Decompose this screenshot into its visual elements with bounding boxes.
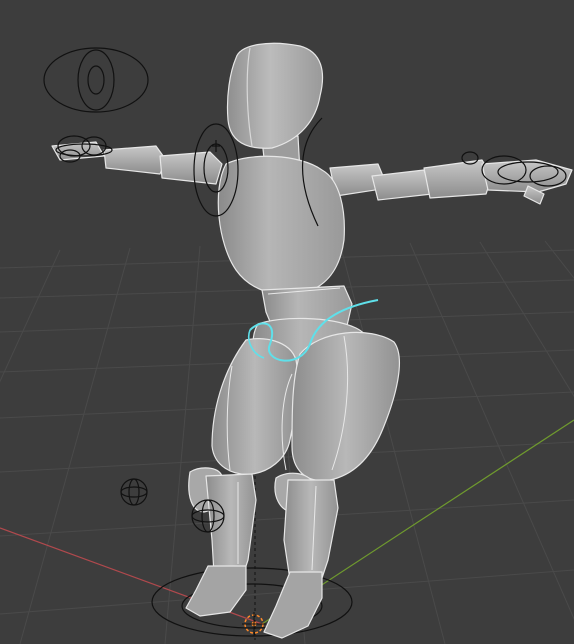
viewport-canvas[interactable] <box>0 0 574 644</box>
3d-viewport[interactable] <box>0 0 574 644</box>
right-upper-arm <box>371 169 433 201</box>
left-upper-arm <box>159 151 223 185</box>
